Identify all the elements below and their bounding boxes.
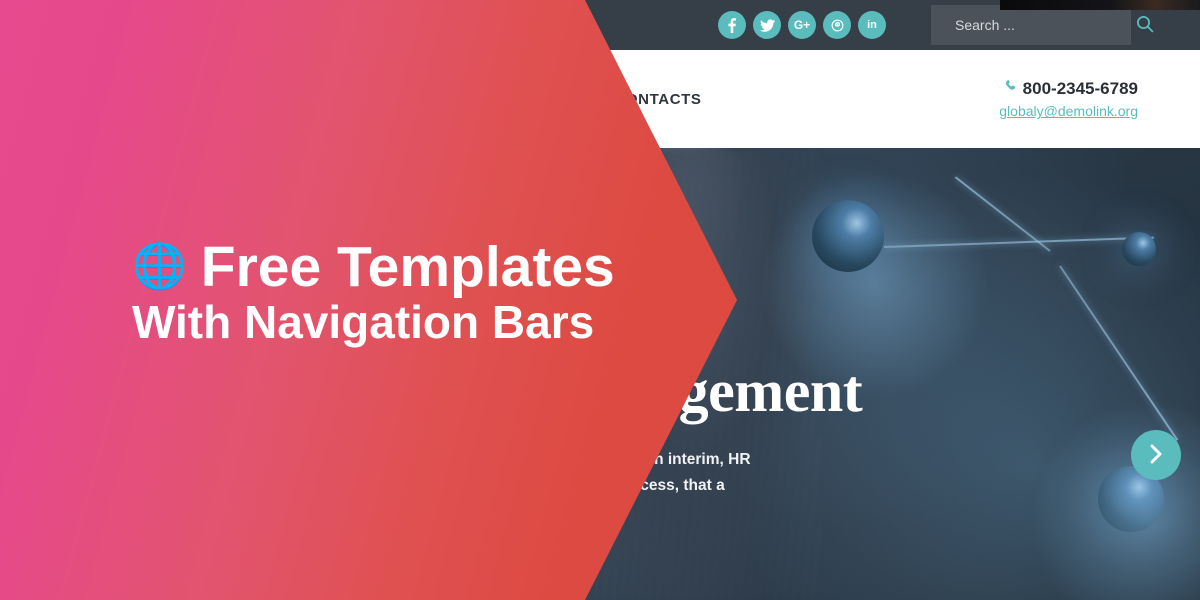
search-box[interactable]: [931, 5, 1154, 45]
email-link[interactable]: globaly@demolink.org: [999, 102, 1138, 120]
social-links: G+ in: [718, 11, 886, 39]
search-button[interactable]: [1136, 5, 1154, 45]
top-edge-image-strip: [1000, 0, 1200, 10]
phone-number[interactable]: 800-2345-6789: [999, 78, 1138, 100]
pinterest-icon[interactable]: [823, 11, 851, 39]
search-input[interactable]: [931, 5, 1136, 45]
promo-headline: Free Templates: [200, 235, 615, 299]
promo-headline-row: 🌐 Free Templates: [132, 238, 615, 296]
molecule-sphere: [812, 200, 884, 272]
promo-subheadline: With Navigation Bars: [132, 296, 595, 349]
chevron-right-icon: [1149, 444, 1163, 467]
contact-block: 800-2345-6789 globaly@demolink.org: [999, 78, 1138, 121]
phone-icon: [1005, 78, 1020, 100]
search-icon: [1136, 15, 1154, 36]
facebook-icon[interactable]: [718, 11, 746, 39]
promo-text-block: 🌐 Free Templates With Navigation Bars: [132, 238, 615, 348]
twitter-icon[interactable]: [753, 11, 781, 39]
globe-with-meridians-icon: 🌐: [132, 242, 187, 292]
google-plus-icon[interactable]: G+: [788, 11, 816, 39]
page-stage: Business Management Whether it is invest…: [0, 0, 1200, 600]
molecule-sphere: [1122, 232, 1156, 266]
linkedin-icon[interactable]: in: [858, 11, 886, 39]
next-slide-button[interactable]: [1131, 430, 1181, 480]
phone-number-text: 800-2345-6789: [1022, 79, 1138, 98]
